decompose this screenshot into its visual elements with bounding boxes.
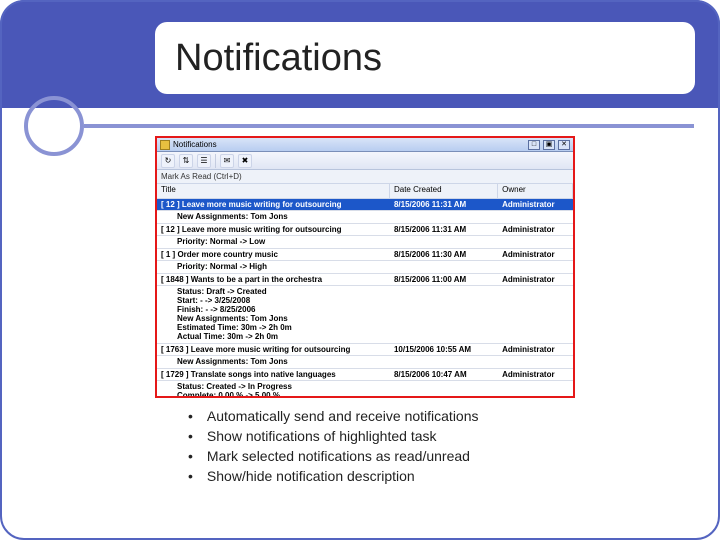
window-min-button[interactable]: □ [528,140,540,150]
notification-row[interactable]: [ 12 ] Leave more music writing for outs… [157,199,573,211]
window-max-button[interactable]: ▣ [543,140,555,150]
row-title: [ 1729 ] Translate songs into native lan… [157,369,390,380]
window-title-text: Notifications [173,140,217,149]
row-owner: Administrator [498,199,573,210]
detail-line: Status: Draft -> Created [177,287,569,296]
bullet-text: Automatically send and receive notificat… [207,408,479,424]
notification-detail: New Assignments: Tom Jons [157,211,573,224]
window-titlebar[interactable]: Notifications □ ▣ ✕ [157,138,573,152]
toolbar-button-4[interactable]: ✉ [220,154,234,168]
mark-read-icon: ✉ [224,156,231,165]
row-date: 8/15/2006 11:31 AM [390,199,498,210]
notification-detail: New Assignments: Tom Jons [157,356,573,369]
bullet-item: Show notifications of highlighted task [188,428,628,444]
bullet-item: Automatically send and receive notificat… [188,408,628,424]
toolbar-button-2[interactable]: ⇅ [179,154,193,168]
detail-line: Priority: Normal -> Low [177,237,569,246]
toolbar-button-1[interactable]: ↻ [161,154,175,168]
notification-row[interactable]: [ 1763 ] Leave more music writing for ou… [157,344,573,356]
row-owner: Administrator [498,369,573,380]
bullet-item: Mark selected notifications as read/unre… [188,448,628,464]
detail-line: New Assignments: Tom Jons [177,357,569,366]
notification-detail: Priority: Normal -> High [157,261,573,274]
mark-as-read-bar[interactable]: Mark As Read (Ctrl+D) [157,170,573,184]
row-date: 8/15/2006 11:00 AM [390,274,498,285]
detail-line: Complete: 0.00 % -> 5.00 % [177,391,569,396]
row-date: 10/15/2006 10:55 AM [390,344,498,355]
delete-icon: ✖ [242,156,249,165]
detail-line: Estimated Time: 30m -> 2h 0m [177,323,569,332]
row-owner: Administrator [498,344,573,355]
decor-circle [24,96,84,156]
notification-list[interactable]: [ 12 ] Leave more music writing for outs… [157,199,573,396]
detail-line: Actual Time: 30m -> 2h 0m [177,332,569,341]
window-close-button[interactable]: ✕ [558,140,570,150]
sort-icon: ⇅ [183,156,190,165]
notification-row[interactable]: [ 1 ] Order more country music8/15/2006 … [157,249,573,261]
toolbar-separator [215,154,216,168]
row-title: [ 1 ] Order more country music [157,249,390,260]
detail-line: Start: - -> 3/25/2008 [177,296,569,305]
column-header-row: Title Date Created Owner [157,184,573,199]
decor-hrule [84,124,694,128]
notification-row[interactable]: [ 1848 ] Wants to be a part in the orche… [157,274,573,286]
app-icon [160,140,170,150]
toolbar-button-5[interactable]: ✖ [238,154,252,168]
column-header-title[interactable]: Title [157,184,390,198]
detail-line: New Assignments: Tom Jons [177,314,569,323]
bullet-text: Show notifications of highlighted task [207,428,437,444]
bullet-list: Automatically send and receive notificat… [188,408,628,488]
app-window: Notifications □ ▣ ✕ ↻ ⇅ ☰ ✉ ✖ Mark As Re… [155,136,575,398]
mark-as-read-label: Mark As Read (Ctrl+D) [161,172,242,181]
detail-line: Finish: - -> 8/25/2006 [177,305,569,314]
bullet-text: Mark selected notifications as read/unre… [207,448,470,464]
detail-line: New Assignments: Tom Jons [177,212,569,221]
filter-icon: ☰ [200,156,207,165]
toolbar-button-3[interactable]: ☰ [197,154,211,168]
row-date: 8/15/2006 11:31 AM [390,224,498,235]
detail-line: Status: Created -> In Progress [177,382,569,391]
row-owner: Administrator [498,224,573,235]
toolbar: ↻ ⇅ ☰ ✉ ✖ [157,152,573,170]
bullet-text: Show/hide notification description [207,468,415,484]
row-date: 8/15/2006 11:30 AM [390,249,498,260]
column-header-owner[interactable]: Owner [498,184,573,198]
row-owner: Administrator [498,249,573,260]
notification-detail: Status: Draft -> CreatedStart: - -> 3/25… [157,286,573,344]
detail-line: Priority: Normal -> High [177,262,569,271]
notification-row[interactable]: [ 1729 ] Translate songs into native lan… [157,369,573,381]
notification-detail: Status: Created -> In ProgressComplete: … [157,381,573,396]
row-owner: Administrator [498,274,573,285]
row-date: 8/15/2006 10:47 AM [390,369,498,380]
row-title: [ 12 ] Leave more music writing for outs… [157,224,390,235]
column-header-date[interactable]: Date Created [390,184,498,198]
notification-detail: Priority: Normal -> Low [157,236,573,249]
refresh-icon: ↻ [165,156,172,165]
notification-row[interactable]: [ 12 ] Leave more music writing for outs… [157,224,573,236]
row-title: [ 1763 ] Leave more music writing for ou… [157,344,390,355]
bullet-item: Show/hide notification description [188,468,628,484]
row-title: [ 1848 ] Wants to be a part in the orche… [157,274,390,285]
row-title: [ 12 ] Leave more music writing for outs… [157,199,390,210]
